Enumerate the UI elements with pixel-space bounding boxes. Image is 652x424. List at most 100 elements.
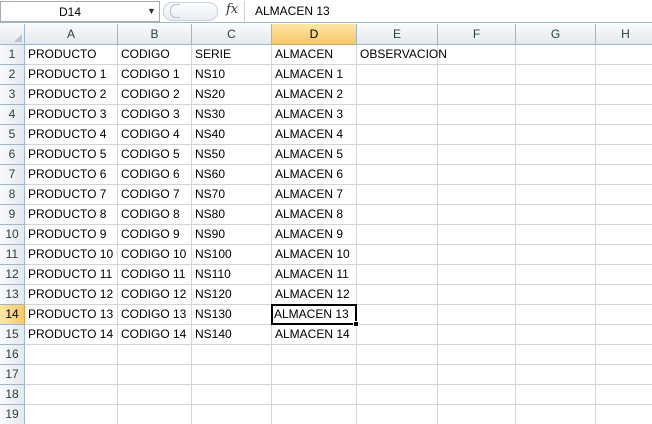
cell-h6[interactable] [596,145,652,165]
cell-b14[interactable]: CODIGO 13 [118,305,192,325]
cell-b19[interactable] [118,405,192,424]
cell-h4[interactable] [596,105,652,125]
cell-g1[interactable] [516,45,596,65]
formula-input[interactable]: ALMACEN 13 [244,1,652,22]
cell-d1[interactable]: ALMACEN [272,45,357,65]
cell-c1[interactable]: SERIE [192,45,272,65]
cell-b11[interactable]: CODIGO 10 [118,245,192,265]
cell-a8[interactable]: PRODUCTO 7 [25,185,118,205]
cell-h5[interactable] [596,125,652,145]
cell-d2[interactable]: ALMACEN 1 [272,65,357,85]
cell-b6[interactable]: CODIGO 5 [118,145,192,165]
row-header-13[interactable]: 13 [0,285,25,305]
cell-c6[interactable]: NS50 [192,145,272,165]
cell-g4[interactable] [516,105,596,125]
cell-f12[interactable] [438,265,516,285]
cell-b17[interactable] [118,365,192,385]
cell-a18[interactable] [25,385,118,405]
cell-c5[interactable]: NS40 [192,125,272,145]
cell-b1[interactable]: CODIGO [118,45,192,65]
cell-d19[interactable] [272,405,357,424]
cell-g9[interactable] [516,205,596,225]
cell-c7[interactable]: NS60 [192,165,272,185]
cell-e19[interactable] [357,405,438,424]
cell-c19[interactable] [192,405,272,424]
cell-e6[interactable] [357,145,438,165]
cell-f6[interactable] [438,145,516,165]
cell-a1[interactable]: PRODUCTO [25,45,118,65]
cell-b2[interactable]: CODIGO 1 [118,65,192,85]
cell-a3[interactable]: PRODUCTO 2 [25,85,118,105]
cell-d8[interactable]: ALMACEN 7 [272,185,357,205]
cell-g10[interactable] [516,225,596,245]
column-header-f[interactable]: F [438,24,516,45]
cell-b16[interactable] [118,345,192,365]
active-cell[interactable]: ALMACEN 13 [271,304,357,325]
cell-c10[interactable]: NS90 [192,225,272,245]
cell-h10[interactable] [596,225,652,245]
cell-f7[interactable] [438,165,516,185]
cell-d6[interactable]: ALMACEN 5 [272,145,357,165]
cell-c11[interactable]: NS100 [192,245,272,265]
row-header-5[interactable]: 5 [0,125,25,145]
cell-b7[interactable]: CODIGO 6 [118,165,192,185]
cell-e11[interactable] [357,245,438,265]
cell-h7[interactable] [596,165,652,185]
cell-f5[interactable] [438,125,516,145]
cell-e12[interactable] [357,265,438,285]
cell-h9[interactable] [596,205,652,225]
cell-b3[interactable]: CODIGO 2 [118,85,192,105]
cell-h11[interactable] [596,245,652,265]
name-box[interactable]: D14 ▼ [0,1,160,22]
row-header-17[interactable]: 17 [0,365,25,385]
cell-e18[interactable] [357,385,438,405]
cell-f3[interactable] [438,85,516,105]
column-header-g[interactable]: G [516,24,596,45]
cell-h14[interactable] [596,305,652,325]
row-header-4[interactable]: 4 [0,105,25,125]
cell-h16[interactable] [596,345,652,365]
cell-b5[interactable]: CODIGO 4 [118,125,192,145]
cell-f8[interactable] [438,185,516,205]
cell-e8[interactable] [357,185,438,205]
cell-g5[interactable] [516,125,596,145]
cell-d15[interactable]: ALMACEN 14 [272,325,357,345]
cell-g3[interactable] [516,85,596,105]
cell-f10[interactable] [438,225,516,245]
row-header-6[interactable]: 6 [0,145,25,165]
cell-f4[interactable] [438,105,516,125]
row-header-11[interactable]: 11 [0,245,25,265]
cell-a6[interactable]: PRODUCTO 5 [25,145,118,165]
cell-d13[interactable]: ALMACEN 12 [272,285,357,305]
cell-c12[interactable]: NS110 [192,265,272,285]
cell-b8[interactable]: CODIGO 7 [118,185,192,205]
chevron-down-icon[interactable]: ▼ [147,6,156,16]
cell-h8[interactable] [596,185,652,205]
cell-c8[interactable]: NS70 [192,185,272,205]
row-header-12[interactable]: 12 [0,265,25,285]
cell-a15[interactable]: PRODUCTO 14 [25,325,118,345]
row-header-1[interactable]: 1 [0,45,25,65]
cell-d17[interactable] [272,365,357,385]
cell-g12[interactable] [516,265,596,285]
cell-e15[interactable] [357,325,438,345]
cell-a14[interactable]: PRODUCTO 13 [25,305,118,325]
insert-function-icon[interactable]: fx [226,2,238,17]
cell-e5[interactable] [357,125,438,145]
cell-g2[interactable] [516,65,596,85]
cell-g19[interactable] [516,405,596,424]
cell-a16[interactable] [25,345,118,365]
cell-e16[interactable] [357,345,438,365]
row-header-7[interactable]: 7 [0,165,25,185]
cell-f19[interactable] [438,405,516,424]
cell-e2[interactable] [357,65,438,85]
column-header-e[interactable]: E [357,24,438,45]
cell-e9[interactable] [357,205,438,225]
cell-f13[interactable] [438,285,516,305]
cell-e17[interactable] [357,365,438,385]
cell-c13[interactable]: NS120 [192,285,272,305]
cell-a10[interactable]: PRODUCTO 9 [25,225,118,245]
cell-b13[interactable]: CODIGO 12 [118,285,192,305]
cell-h3[interactable] [596,85,652,105]
column-header-c[interactable]: C [192,24,272,45]
